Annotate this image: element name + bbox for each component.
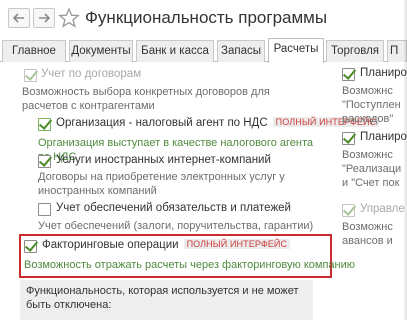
planning-label-2: Планиро xyxy=(360,131,407,143)
tab-settlements[interactable]: Расчеты xyxy=(268,38,324,63)
collateral-label: Учет обеспечений обязательств и платежей xyxy=(56,202,291,214)
vat-agent-row: Организация - налоговый агент по НДС ПОЛН… xyxy=(56,117,380,129)
locked-features-text: Функциональность, которая используется и… xyxy=(26,285,299,311)
planning-desc-1-line1: Возможнс xyxy=(342,85,393,97)
arrow-left-icon xyxy=(13,13,24,23)
contracts-label: Учет по договорам xyxy=(41,68,142,80)
foreign-services-label: Услуги иностранных интернет-компаний xyxy=(56,154,271,166)
left-column: Учет по договорам Возможность выбора кон… xyxy=(0,62,380,320)
factoring-description: Возможность отражать расчеты через факто… xyxy=(24,259,355,271)
foreign-services-checkbox[interactable] xyxy=(38,155,51,168)
tab-bar: Главное Документы Банк и касса Запасы Ра… xyxy=(0,38,407,63)
tab-main[interactable]: Главное xyxy=(2,40,66,62)
planning-checkbox-1[interactable] xyxy=(342,68,355,81)
arrow-right-icon xyxy=(39,13,50,23)
settings-content: Учет по договорам Возможность выбора кон… xyxy=(0,62,407,320)
back-button[interactable] xyxy=(8,8,30,28)
management-checkbox[interactable] xyxy=(342,204,355,217)
app-window: Функциональность программы Главное Докум… xyxy=(0,0,407,320)
planning-desc-1-line3: расходов" xyxy=(342,113,394,125)
management-desc-line2: авансов и xyxy=(342,235,393,247)
factoring-row: Факторинговые операции ПОЛНЫЙ ИНТЕРФЕЙС xyxy=(42,239,291,251)
forward-button[interactable] xyxy=(33,8,55,28)
collateral-checkbox[interactable] xyxy=(38,203,51,216)
star-icon[interactable] xyxy=(58,7,80,29)
page-title: Функциональность программы xyxy=(85,8,328,27)
management-desc-line1: Возможнс xyxy=(342,221,393,233)
tab-bank-cash[interactable]: Банк и касса xyxy=(136,40,214,62)
factoring-label: Факторинговые операции xyxy=(42,239,179,251)
tab-documents[interactable]: Документы xyxy=(69,40,133,62)
planning-label-1: Планиро xyxy=(360,67,407,79)
right-column: Планиро Возможнс "Поступлен расходов" Пл… xyxy=(336,62,407,320)
planning-checkbox-2[interactable] xyxy=(342,132,355,145)
contracts-checkbox[interactable] xyxy=(24,69,37,82)
planning-desc-2-line1: Возможнс xyxy=(342,149,393,161)
planning-desc-2-line2: "Реализаци xyxy=(342,163,402,175)
vat-agent-label: Организация - налоговый агент по НДС xyxy=(56,117,268,129)
vat-agent-checkbox[interactable] xyxy=(38,118,51,131)
collateral-description: Учет обеспечений (залоги, поручительства… xyxy=(38,220,314,232)
full-interface-badge: ПОЛНЫЙ ИНТЕРФЕЙС xyxy=(183,239,291,249)
planning-desc-1-line2: "Поступлен xyxy=(342,99,401,111)
factoring-checkbox[interactable] xyxy=(24,240,37,253)
planning-desc-2-line3: и "Счет пок xyxy=(342,177,400,189)
tab-stock[interactable]: Запасы xyxy=(217,40,265,62)
contracts-description: Возможность выбора конкретных договоров … xyxy=(22,86,270,112)
management-label: Управле xyxy=(360,203,405,215)
tab-trade[interactable]: Торговля xyxy=(326,40,384,62)
title-bar: Функциональность программы xyxy=(0,0,407,36)
foreign-services-description: Договоры на приобретение электронных усл… xyxy=(38,171,285,197)
